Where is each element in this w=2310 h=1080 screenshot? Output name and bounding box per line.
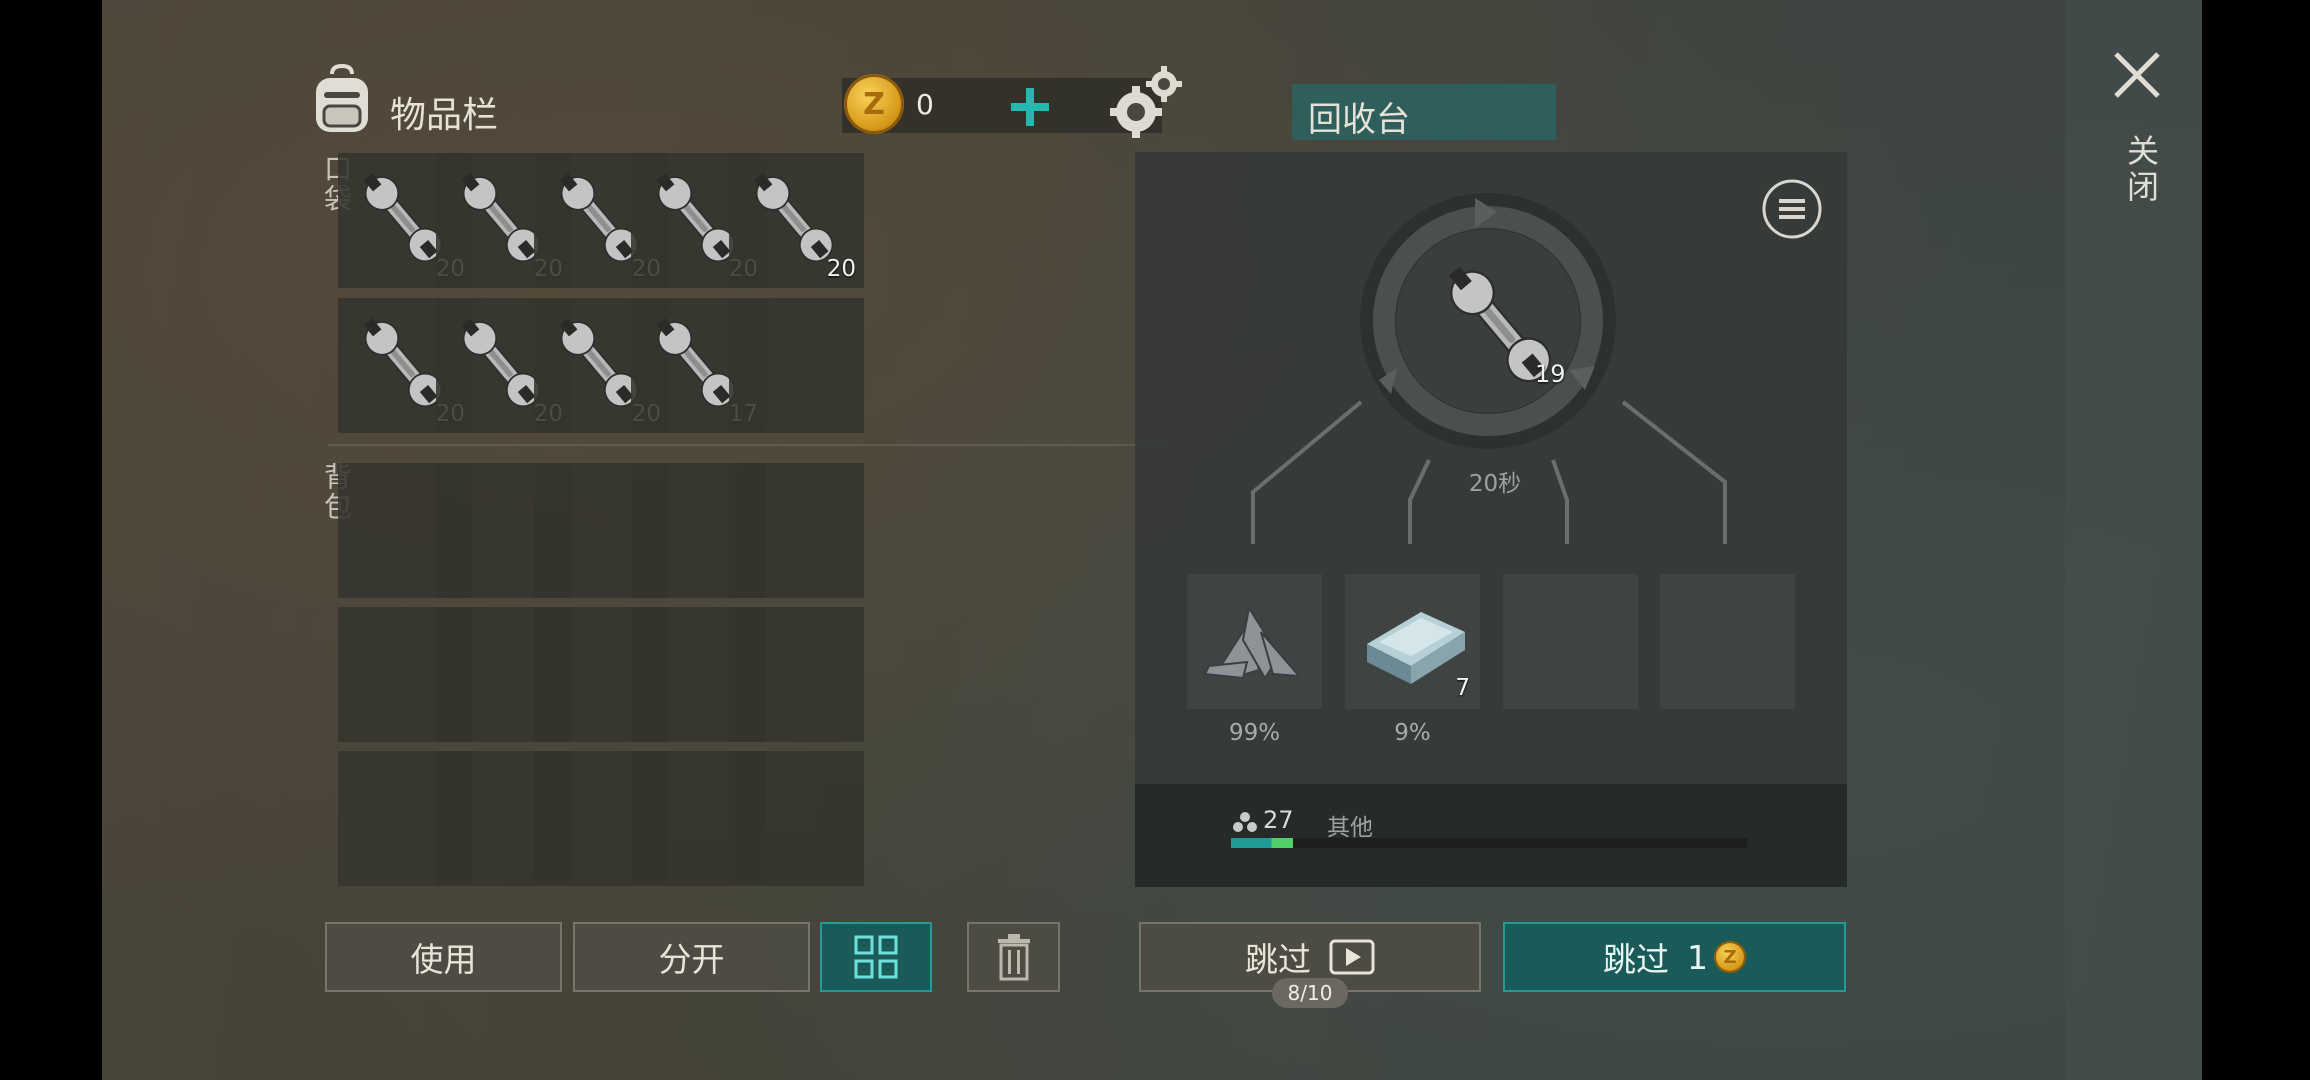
pocket-slot[interactable]	[729, 298, 864, 433]
wrench-icon	[354, 165, 450, 265]
output-slot-1[interactable]	[1187, 574, 1322, 709]
screen: 物品栏 Z 0 口袋 背包 使用 分开 回收台 关闭 19 20秒 99% 7 …	[0, 0, 2310, 1080]
skip-coin-button[interactable]: 跳过 1 Z	[1503, 922, 1846, 992]
inventory-title: 物品栏	[390, 95, 499, 136]
pocket-slot[interactable]: 20	[729, 153, 864, 288]
skip-coin-cost: 1	[1687, 937, 1708, 977]
output-count-2: 7	[1455, 675, 1470, 701]
output-chance-1: 99%	[1228, 720, 1281, 746]
recycler-title: 回收台	[1308, 100, 1410, 140]
output-slot-4[interactable]	[1660, 574, 1795, 709]
wrench-icon	[452, 165, 548, 265]
skip-video-counter: 8/10	[1272, 978, 1348, 1008]
recycle-time: 20秒	[1468, 471, 1522, 497]
resource-dots-icon	[1231, 810, 1259, 838]
scrap-metal-icon	[1203, 605, 1302, 680]
video-play-icon	[1329, 939, 1375, 975]
backpack-slot[interactable]	[729, 751, 864, 886]
gears-icon	[1108, 64, 1184, 140]
coin-icon: Z	[844, 74, 904, 134]
input-count: 19	[1535, 360, 1566, 388]
use-button[interactable]: 使用	[325, 922, 562, 992]
item-count: 20	[826, 256, 856, 282]
coin-icon: Z	[1714, 941, 1746, 973]
section-divider	[328, 444, 1162, 446]
close-icon	[2114, 52, 2160, 98]
output-chance-2: 9%	[1394, 720, 1431, 746]
wrench-icon	[647, 165, 743, 265]
plus-icon	[1011, 88, 1049, 126]
backpack-slot[interactable]	[729, 607, 864, 742]
coin-balance: 0	[916, 88, 934, 121]
capacity-label: 其他	[1327, 815, 1373, 841]
split-button[interactable]: 分开	[573, 922, 810, 992]
capacity-fill	[1231, 838, 1293, 848]
wrench-icon	[452, 310, 548, 410]
skip-video-label: 跳过	[1245, 940, 1311, 979]
backpack-icon	[310, 63, 374, 136]
trash-button[interactable]	[967, 922, 1060, 992]
wrench-icon	[745, 165, 841, 265]
capacity-track	[1231, 838, 1747, 848]
backpack-slot[interactable]	[729, 463, 864, 598]
output-slot-2[interactable]: 7	[1345, 574, 1480, 709]
grid-view-icon	[854, 935, 898, 979]
grid-view-button[interactable]	[820, 922, 932, 992]
skip-coin-label: 跳过	[1603, 940, 1669, 979]
recycler-panel: 19 20秒 99% 7 9% 27 其他	[1135, 152, 1847, 887]
add-coins-button[interactable]	[1002, 82, 1062, 132]
close-button[interactable]	[2110, 48, 2164, 102]
wrench-icon	[647, 310, 743, 410]
close-label: 关闭	[2122, 134, 2160, 206]
wrench-icon	[354, 310, 450, 410]
output-slot-3[interactable]	[1503, 574, 1638, 709]
trash-icon	[997, 934, 1030, 981]
capacity-value: 27	[1263, 806, 1294, 834]
game-view: 物品栏 Z 0 口袋 背包 使用 分开 回收台 关闭 19 20秒 99% 7 …	[102, 0, 2202, 1080]
